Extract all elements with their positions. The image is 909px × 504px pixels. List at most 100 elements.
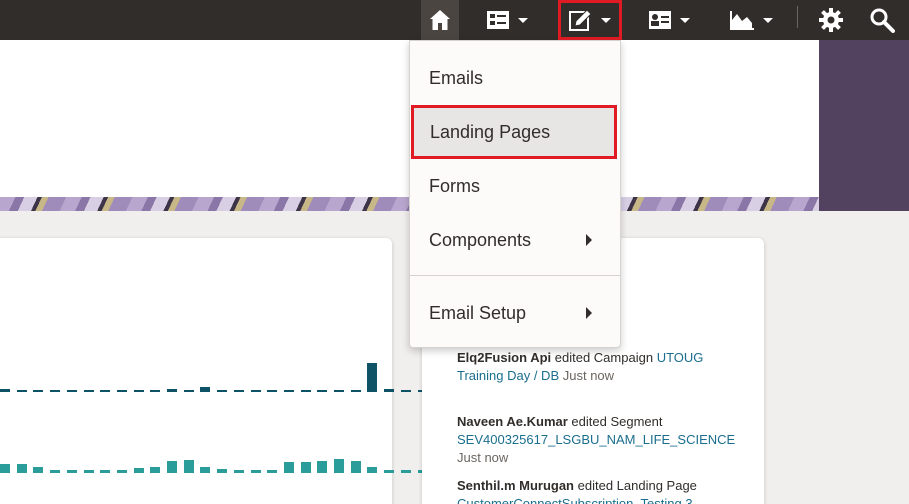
activity-user[interactable]: Naveen Ae.Kumar [457, 414, 568, 429]
activity-item: Elq2Fusion Api edited Campaign UTOUG Tra… [457, 349, 747, 385]
chart-bar [183, 390, 194, 392]
activity-action: edited Segment [571, 414, 663, 429]
chart-bar [183, 460, 194, 473]
chart-bar [150, 390, 161, 392]
chart-bar [66, 470, 77, 473]
chart-bar [300, 462, 311, 473]
chevron-down-icon [680, 17, 690, 23]
chevron-down-icon [601, 17, 611, 23]
chart-bar [200, 467, 211, 473]
chart-bar [0, 389, 10, 392]
insights-menu-button[interactable] [722, 0, 780, 40]
chart-bar [250, 470, 261, 473]
chart-bar [233, 470, 244, 473]
chart-bar [250, 390, 261, 392]
chevron-right-icon [586, 307, 592, 319]
activity-item: Senthil.m Murugan edited Landing Page Cu… [457, 477, 757, 504]
activity-action: edited Campaign [554, 350, 654, 365]
chart-bar [350, 461, 361, 473]
chevron-right-icon [586, 234, 592, 246]
chart-bar [217, 390, 228, 392]
gear-icon [819, 8, 843, 32]
chart-bar [33, 467, 44, 473]
home-icon [430, 10, 450, 30]
chart-bar [400, 390, 411, 392]
chart-card [0, 238, 461, 504]
chart-bar [100, 390, 111, 392]
menu-divider [410, 275, 620, 276]
chart-bar [267, 470, 278, 473]
chart-bar [16, 390, 27, 392]
chart-bar [83, 390, 94, 392]
chart-bar [283, 390, 294, 392]
chart-bar [200, 387, 211, 392]
menu-item-emails[interactable]: Emails [410, 51, 620, 105]
activity-target-link[interactable]: UTOUG [657, 350, 704, 365]
campaigns-menu-button[interactable] [478, 0, 536, 40]
chart-bar [283, 462, 294, 473]
menu-item-label: Components [429, 229, 532, 250]
menu-item-components[interactable]: Components [410, 213, 620, 267]
chart-bar [384, 389, 395, 392]
chart-bar [50, 470, 61, 473]
campaigns-icon [487, 11, 509, 29]
chart-bar [116, 390, 127, 392]
chart-bar [400, 470, 411, 473]
chart-bar [334, 390, 344, 392]
top-navigation-bar [0, 0, 909, 40]
home-button[interactable] [421, 0, 459, 40]
menu-item-label: Email Setup [429, 302, 527, 323]
chart-bar [167, 461, 177, 473]
menu-item-email-setup[interactable]: Email Setup [410, 286, 620, 340]
chart-bar [350, 390, 361, 392]
chevron-down-icon [518, 17, 528, 23]
menu-item-label: Landing Pages [430, 121, 551, 142]
search-button[interactable] [862, 0, 902, 40]
assets-menu-button[interactable] [558, 0, 622, 40]
assets-dropdown-menu: Emails Landing Pages Forms Components Em… [409, 40, 621, 348]
menu-item-label: Forms [429, 175, 480, 196]
activity-action: edited Landing Page [577, 478, 697, 493]
chart-bar [367, 363, 378, 392]
menu-item-label: Emails [429, 67, 484, 88]
nav-divider [797, 6, 798, 28]
chart-bar [334, 459, 344, 473]
chart-bar [300, 390, 311, 392]
chart-bar [217, 469, 228, 473]
chart-bar [66, 390, 77, 392]
chart-bar [50, 390, 61, 392]
chart-bar [317, 461, 328, 473]
pencil-icon [569, 9, 592, 31]
chart-bar [384, 470, 395, 473]
chart-bar [83, 470, 94, 473]
activity-user[interactable]: Senthil.m Murugan [457, 478, 574, 493]
menu-item-forms[interactable]: Forms [410, 159, 620, 213]
chart-bar [133, 468, 144, 473]
chart-bar [317, 390, 328, 392]
search-icon [870, 8, 895, 33]
activity-target-link[interactable]: SEV400325617_LSGBU_NAM_LIFE_SCIENCE [457, 432, 735, 447]
chart-bar [16, 464, 27, 473]
chart-bar [167, 389, 177, 392]
chart-bar [33, 390, 44, 392]
chart-bar [367, 467, 378, 473]
activity-target-link[interactable]: CustomerConnectSubscription_Testing 3 [457, 496, 693, 504]
contact-card-icon [649, 11, 671, 29]
chart-bar [267, 390, 278, 392]
activity-item: Naveen Ae.Kumar edited Segment SEV400325… [457, 413, 757, 467]
chart-bar [133, 390, 144, 392]
chart-bar [0, 464, 10, 473]
chart-bar [116, 470, 127, 473]
activity-user[interactable]: Elq2Fusion Api [457, 350, 551, 365]
chart-bar [150, 467, 161, 473]
activity-target-link[interactable]: Training Day / DB [457, 368, 559, 383]
activity-time: Just now [457, 450, 509, 465]
chart-bar [100, 470, 111, 473]
chevron-down-icon [763, 17, 773, 23]
activity-time: Just now [562, 368, 615, 383]
settings-button[interactable] [813, 0, 849, 40]
chart-bar [233, 390, 244, 392]
area-chart-icon [730, 11, 754, 30]
contacts-menu-button[interactable] [640, 0, 698, 40]
menu-item-landing-pages[interactable]: Landing Pages [411, 105, 617, 159]
